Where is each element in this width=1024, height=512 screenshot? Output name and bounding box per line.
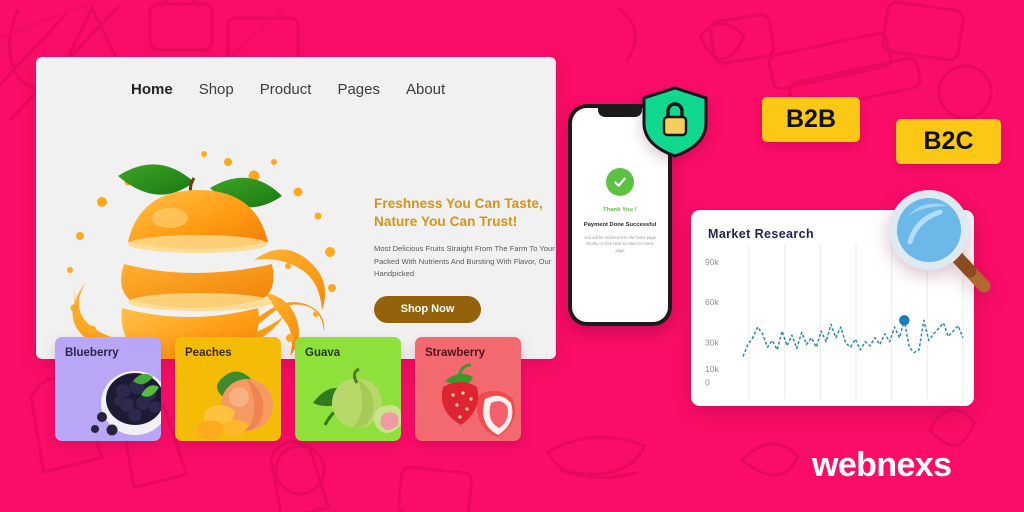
shop-now-button[interactable]: Shop Now bbox=[374, 295, 481, 323]
webnexs-logo: webnexs bbox=[812, 446, 952, 484]
fruit-card-guava[interactable]: Guava bbox=[295, 337, 401, 441]
chart-highlight-marker[interactable] bbox=[899, 315, 910, 326]
fruit-card-label: Strawberry bbox=[425, 347, 486, 359]
nav-item-shop[interactable]: Shop bbox=[199, 81, 234, 98]
phone-notch bbox=[598, 108, 642, 117]
nav-item-product[interactable]: Product bbox=[260, 81, 312, 98]
nav-item-about[interactable]: About bbox=[406, 81, 445, 98]
payment-status-title: Payment Done Successful bbox=[583, 222, 657, 228]
payment-success-panel: Thank You ! Payment Done Successful You … bbox=[572, 168, 668, 254]
chart-title: Market Research bbox=[708, 227, 815, 241]
fruit-card-label: Peaches bbox=[185, 347, 232, 359]
badge-b2c[interactable]: B2C bbox=[896, 119, 1001, 164]
fruit-card-peaches[interactable]: Peaches bbox=[175, 337, 281, 441]
chart-ytick-label: 10k bbox=[705, 364, 719, 374]
fruit-card-label: Blueberry bbox=[65, 347, 119, 359]
site-navbar: Home Shop Product Pages About bbox=[36, 57, 556, 121]
chart-ytick-label: 90k bbox=[705, 257, 719, 267]
chart-ytick-label: 0 bbox=[705, 378, 710, 388]
check-circle-icon bbox=[606, 168, 634, 196]
fruit-card-row: Blueberry Peaches Guava Strawberry bbox=[55, 337, 521, 441]
shield-lock-icon bbox=[640, 85, 710, 159]
hero-paragraph: Most Delicious Fruits Straight From The … bbox=[374, 244, 556, 279]
chart-ytick-label: 30k bbox=[705, 337, 719, 347]
magnifying-glass-icon bbox=[884, 186, 992, 294]
nav-item-pages[interactable]: Pages bbox=[337, 81, 380, 98]
payment-sub-text: You will be redirected to the home page … bbox=[584, 235, 656, 253]
fruit-card-strawberry[interactable]: Strawberry bbox=[415, 337, 521, 441]
hero-orange-splash-image bbox=[58, 132, 348, 359]
fruit-card-label: Guava bbox=[305, 347, 341, 359]
hero-title: Freshness You Can Taste, Nature You Can … bbox=[374, 195, 556, 231]
chart-ytick-label: 60k bbox=[705, 297, 719, 307]
website-mockup-card: Home Shop Product Pages About Freshness … bbox=[36, 57, 556, 359]
nav-item-home[interactable]: Home bbox=[131, 81, 173, 98]
hero-title-line2: Nature You Can Trust! bbox=[374, 214, 518, 230]
badge-b2b[interactable]: B2B bbox=[762, 97, 860, 142]
chart-line-series bbox=[742, 319, 964, 357]
fruit-card-blueberry[interactable]: Blueberry bbox=[55, 337, 161, 441]
hero-copy: Freshness You Can Taste, Nature You Can … bbox=[374, 195, 556, 323]
poster-canvas: Home Shop Product Pages About Freshness … bbox=[0, 0, 1024, 512]
hero-title-line1: Freshness You Can Taste, bbox=[374, 196, 543, 211]
thank-you-text: Thank You ! bbox=[603, 207, 637, 213]
